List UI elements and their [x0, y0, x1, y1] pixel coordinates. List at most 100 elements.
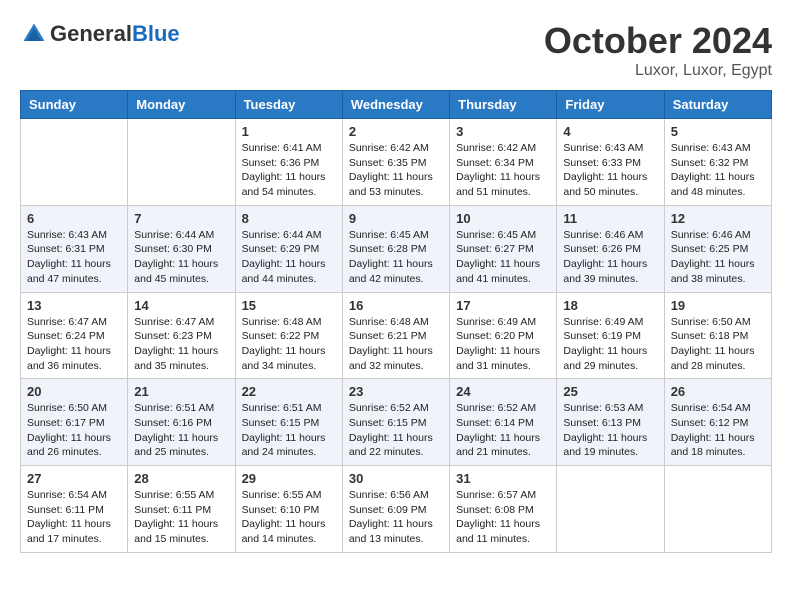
day-number: 28 [134, 471, 228, 486]
cell-content: Sunrise: 6:49 AMSunset: 6:19 PMDaylight:… [563, 315, 657, 374]
calendar-week-3: 13 Sunrise: 6:47 AMSunset: 6:24 PMDayligh… [21, 292, 772, 379]
calendar-cell: 23 Sunrise: 6:52 AMSunset: 6:15 PMDayligh… [342, 379, 449, 466]
calendar-cell: 20 Sunrise: 6:50 AMSunset: 6:17 PMDayligh… [21, 379, 128, 466]
weekday-header-row: SundayMondayTuesdayWednesdayThursdayFrid… [21, 91, 772, 119]
logo: GeneralBlue [20, 20, 180, 48]
cell-content: Sunrise: 6:48 AMSunset: 6:21 PMDaylight:… [349, 315, 443, 374]
day-number: 31 [456, 471, 550, 486]
day-number: 21 [134, 384, 228, 399]
day-number: 11 [563, 211, 657, 226]
day-number: 13 [27, 298, 121, 313]
calendar-cell: 25 Sunrise: 6:53 AMSunset: 6:13 PMDayligh… [557, 379, 664, 466]
calendar-cell: 24Sunrise: 6:52 AMSunset: 6:14 PMDayligh… [450, 379, 557, 466]
day-number: 8 [242, 211, 336, 226]
calendar-cell [664, 466, 771, 553]
cell-content: Sunrise: 6:52 AMSunset: 6:15 PMDaylight:… [349, 401, 443, 460]
day-number: 1 [242, 124, 336, 139]
cell-content: Sunrise: 6:45 AMSunset: 6:27 PMDaylight:… [456, 228, 550, 287]
cell-content: Sunrise: 6:50 AMSunset: 6:17 PMDaylight:… [27, 401, 121, 460]
cell-content: Sunrise: 6:51 AMSunset: 6:15 PMDaylight:… [242, 401, 336, 460]
calendar-cell: 30 Sunrise: 6:56 AMSunset: 6:09 PMDayligh… [342, 466, 449, 553]
calendar-cell: 11 Sunrise: 6:46 AMSunset: 6:26 PMDayligh… [557, 205, 664, 292]
day-number: 19 [671, 298, 765, 313]
calendar-cell: 14Sunrise: 6:47 AMSunset: 6:23 PMDayligh… [128, 292, 235, 379]
cell-content: Sunrise: 6:56 AMSunset: 6:09 PMDaylight:… [349, 488, 443, 547]
cell-content: Sunrise: 6:43 AMSunset: 6:31 PMDaylight:… [27, 228, 121, 287]
cell-content: Sunrise: 6:45 AMSunset: 6:28 PMDaylight:… [349, 228, 443, 287]
calendar-cell: 2Sunrise: 6:42 AMSunset: 6:35 PMDaylight… [342, 119, 449, 206]
calendar-cell: 3 Sunrise: 6:42 AMSunset: 6:34 PMDaylight… [450, 119, 557, 206]
cell-content: Sunrise: 6:44 AMSunset: 6:29 PMDaylight:… [242, 228, 336, 287]
calendar-header: SundayMondayTuesdayWednesdayThursdayFrid… [21, 91, 772, 119]
calendar-cell: 18 Sunrise: 6:49 AMSunset: 6:19 PMDayligh… [557, 292, 664, 379]
calendar-cell: 27 Sunrise: 6:54 AMSunset: 6:11 PMDayligh… [21, 466, 128, 553]
calendar-week-4: 20 Sunrise: 6:50 AMSunset: 6:17 PMDayligh… [21, 379, 772, 466]
calendar-cell: 29 Sunrise: 6:55 AMSunset: 6:10 PMDayligh… [235, 466, 342, 553]
day-number: 12 [671, 211, 765, 226]
calendar-cell: 10 Sunrise: 6:45 AMSunset: 6:27 PMDayligh… [450, 205, 557, 292]
day-number: 4 [563, 124, 657, 139]
cell-content: Sunrise: 6:42 AMSunset: 6:34 PMDaylight:… [456, 141, 550, 200]
calendar-cell [128, 119, 235, 206]
weekday-header-sunday: Sunday [21, 91, 128, 119]
cell-content: Sunrise: 6:50 AMSunset: 6:18 PMDaylight:… [671, 315, 765, 374]
cell-content: Sunrise: 6:51 AMSunset: 6:16 PMDaylight:… [134, 401, 228, 460]
day-number: 22 [242, 384, 336, 399]
day-number: 10 [456, 211, 550, 226]
calendar-cell: 5Sunrise: 6:43 AMSunset: 6:32 PMDaylight… [664, 119, 771, 206]
calendar-cell: 12Sunrise: 6:46 AMSunset: 6:25 PMDayligh… [664, 205, 771, 292]
cell-content: Sunrise: 6:54 AMSunset: 6:12 PMDaylight:… [671, 401, 765, 460]
day-number: 23 [349, 384, 443, 399]
calendar-cell: 1Sunrise: 6:41 AMSunset: 6:36 PMDaylight… [235, 119, 342, 206]
cell-content: Sunrise: 6:47 AMSunset: 6:24 PMDaylight:… [27, 315, 121, 374]
weekday-header-friday: Friday [557, 91, 664, 119]
day-number: 20 [27, 384, 121, 399]
day-number: 27 [27, 471, 121, 486]
weekday-header-monday: Monday [128, 91, 235, 119]
logo-blue-text: Blue [132, 21, 180, 46]
day-number: 3 [456, 124, 550, 139]
day-number: 2 [349, 124, 443, 139]
cell-content: Sunrise: 6:57 AMSunset: 6:08 PMDaylight:… [456, 488, 550, 547]
logo-icon [20, 20, 48, 48]
cell-content: Sunrise: 6:53 AMSunset: 6:13 PMDaylight:… [563, 401, 657, 460]
day-number: 26 [671, 384, 765, 399]
day-number: 29 [242, 471, 336, 486]
calendar-cell: 21 Sunrise: 6:51 AMSunset: 6:16 PMDayligh… [128, 379, 235, 466]
cell-content: Sunrise: 6:49 AMSunset: 6:20 PMDaylight:… [456, 315, 550, 374]
weekday-header-saturday: Saturday [664, 91, 771, 119]
calendar-cell: 8 Sunrise: 6:44 AMSunset: 6:29 PMDaylight… [235, 205, 342, 292]
calendar-cell: 13 Sunrise: 6:47 AMSunset: 6:24 PMDayligh… [21, 292, 128, 379]
weekday-header-wednesday: Wednesday [342, 91, 449, 119]
cell-content: Sunrise: 6:44 AMSunset: 6:30 PMDaylight:… [134, 228, 228, 287]
weekday-header-tuesday: Tuesday [235, 91, 342, 119]
logo-general-text: General [50, 21, 132, 46]
calendar-cell [21, 119, 128, 206]
cell-content: Sunrise: 6:54 AMSunset: 6:11 PMDaylight:… [27, 488, 121, 547]
calendar-cell: 26 Sunrise: 6:54 AMSunset: 6:12 PMDayligh… [664, 379, 771, 466]
calendar-cell [557, 466, 664, 553]
location: Luxor, Luxor, Egypt [544, 62, 772, 80]
day-number: 25 [563, 384, 657, 399]
calendar-week-2: 6Sunrise: 6:43 AMSunset: 6:31 PMDaylight… [21, 205, 772, 292]
calendar-week-1: 1Sunrise: 6:41 AMSunset: 6:36 PMDaylight… [21, 119, 772, 206]
day-number: 18 [563, 298, 657, 313]
day-number: 16 [349, 298, 443, 313]
cell-content: Sunrise: 6:47 AMSunset: 6:23 PMDaylight:… [134, 315, 228, 374]
calendar-table: SundayMondayTuesdayWednesdayThursdayFrid… [20, 90, 772, 553]
cell-content: Sunrise: 6:55 AMSunset: 6:10 PMDaylight:… [242, 488, 336, 547]
calendar-cell: 16 Sunrise: 6:48 AMSunset: 6:21 PMDayligh… [342, 292, 449, 379]
calendar-cell: 31 Sunrise: 6:57 AMSunset: 6:08 PMDayligh… [450, 466, 557, 553]
cell-content: Sunrise: 6:52 AMSunset: 6:14 PMDaylight:… [456, 401, 550, 460]
day-number: 7 [134, 211, 228, 226]
calendar-cell: 22 Sunrise: 6:51 AMSunset: 6:15 PMDayligh… [235, 379, 342, 466]
day-number: 30 [349, 471, 443, 486]
day-number: 9 [349, 211, 443, 226]
day-number: 15 [242, 298, 336, 313]
cell-content: Sunrise: 6:46 AMSunset: 6:26 PMDaylight:… [563, 228, 657, 287]
calendar-cell: 15Sunrise: 6:48 AMSunset: 6:22 PMDayligh… [235, 292, 342, 379]
cell-content: Sunrise: 6:43 AMSunset: 6:32 PMDaylight:… [671, 141, 765, 200]
calendar-cell: 4Sunrise: 6:43 AMSunset: 6:33 PMDaylight… [557, 119, 664, 206]
month-title: October 2024 [544, 20, 772, 62]
calendar-cell: 28Sunrise: 6:55 AMSunset: 6:11 PMDayligh… [128, 466, 235, 553]
